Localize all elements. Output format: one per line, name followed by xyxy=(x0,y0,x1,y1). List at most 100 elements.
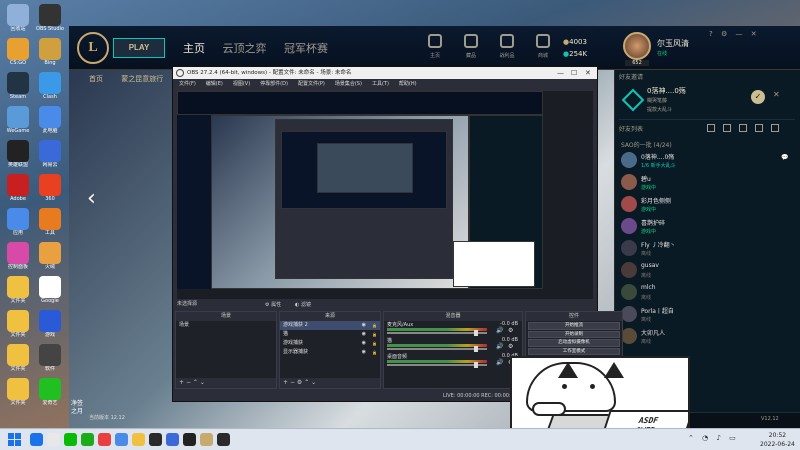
eye-icon[interactable]: ◉ xyxy=(362,321,366,330)
desktop-icon[interactable]: Adobe xyxy=(4,174,32,208)
profile-button[interactable]: 主页 xyxy=(417,34,453,59)
desktop-icon[interactable]: 此电脑 xyxy=(36,106,64,140)
obs-menu-item[interactable]: 帮助(H) xyxy=(399,81,417,87)
desktop-icon[interactable]: 控制面板 xyxy=(4,242,32,276)
desktop-icon[interactable]: 软件 xyxy=(36,344,64,378)
chat-icon[interactable]: 💬 xyxy=(781,154,788,161)
desktop-icon[interactable]: Steam xyxy=(4,72,32,106)
speaker-icon[interactable]: 🔊 xyxy=(496,359,503,366)
close-icon[interactable]: ✕ xyxy=(751,30,757,38)
add-icon[interactable]: + xyxy=(179,379,184,386)
online-status[interactable]: 在线 xyxy=(657,50,667,57)
control-button-2[interactable]: 启动虚拟摄像机 xyxy=(528,339,620,347)
chevron-up-icon[interactable]: ⌃ xyxy=(688,434,694,442)
maximize-icon[interactable]: ☐ xyxy=(571,67,577,79)
windows-start-icon[interactable] xyxy=(8,433,21,446)
friend-item[interactable]: 大卯凡人 离线 xyxy=(615,326,800,348)
lock-icon[interactable]: 🔒 xyxy=(372,339,377,348)
desktop-icon[interactable]: 爱奇艺 xyxy=(36,378,64,412)
close-icon[interactable]: ✕ xyxy=(585,67,591,79)
control-button-3[interactable]: 工作室模式 xyxy=(528,347,620,356)
taskbar-app-icon[interactable] xyxy=(30,433,43,446)
obs-menu-item[interactable]: 场景集合(S) xyxy=(335,81,362,87)
speaker-icon[interactable]: 🔊 xyxy=(496,327,503,334)
desktop-icon[interactable]: 回收站 xyxy=(4,4,32,38)
scene-item[interactable]: 场景 xyxy=(176,321,276,330)
gear-icon[interactable]: ⚙ xyxy=(508,343,513,350)
down-icon[interactable]: ⌄ xyxy=(200,379,205,386)
remove-icon[interactable]: − xyxy=(290,379,295,386)
taskbar-app-icon[interactable] xyxy=(47,433,60,446)
league-logo[interactable]: L xyxy=(77,32,109,64)
source-item[interactable]: 游戏捕获 2 ◉ 🔒 xyxy=(280,321,380,330)
volume-slider-handle[interactable] xyxy=(474,362,478,368)
obs-preview[interactable] xyxy=(177,91,593,299)
taskbar-app-icon[interactable] xyxy=(64,433,77,446)
up-icon[interactable]: ⌃ xyxy=(304,379,309,386)
store-button[interactable]: 商城 xyxy=(525,34,561,59)
lock-icon[interactable]: 🔒 xyxy=(372,321,377,330)
taskbar-clock[interactable]: 20:52 2022-06-24 xyxy=(760,431,795,449)
desktop-icon[interactable]: OBS Studio xyxy=(36,4,64,38)
summoner-name[interactable]: 尔玉风清 xyxy=(657,38,689,49)
list-icon[interactable] xyxy=(755,124,763,132)
desktop-icon[interactable]: 文件夹 xyxy=(4,344,32,378)
speaker-icon[interactable]: 🔊 xyxy=(496,343,503,350)
down-icon[interactable]: ⌄ xyxy=(311,379,316,386)
nav-tft[interactable]: 云顶之弈 xyxy=(223,42,267,55)
taskbar-app-icon[interactable] xyxy=(217,433,230,446)
properties-button[interactable]: ⚙ 属性 xyxy=(265,300,281,310)
play-button[interactable]: PLAY xyxy=(113,38,165,58)
friend-item[interactable]: Porla丨超自 离线 xyxy=(615,304,800,326)
volume-icon[interactable]: ♪ xyxy=(716,434,720,442)
nav-home[interactable]: 主页 xyxy=(183,42,205,55)
lock-icon[interactable]: 🔒 xyxy=(372,348,377,357)
volume-slider[interactable] xyxy=(387,348,487,350)
obs-menu-item[interactable]: 视图(V) xyxy=(233,81,250,87)
currency-display[interactable]: 4003 254K xyxy=(563,36,587,60)
tab-event[interactable]: 蒙之昆意旅行 xyxy=(121,75,163,83)
desktop-icon[interactable]: CS:GO xyxy=(4,38,32,72)
desktop-icon[interactable]: 工具 xyxy=(36,208,64,242)
remove-icon[interactable]: − xyxy=(186,379,191,386)
desktop-icon[interactable]: 火绒 xyxy=(36,242,64,276)
friend-item[interactable]: 0落神....0殇 1/6 新手大乱斗 💬 xyxy=(615,150,800,172)
nav-clash[interactable]: 冠军杯赛 xyxy=(284,42,328,55)
desktop-icon[interactable]: Bing xyxy=(36,38,64,72)
accept-icon[interactable]: ✓ xyxy=(751,90,765,104)
desktop-icon[interactable]: 文件夹 xyxy=(4,276,32,310)
avatar[interactable] xyxy=(623,32,651,60)
obs-menu-item[interactable]: 工具(T) xyxy=(372,81,389,87)
friend-item[interactable]: gusav 离线 xyxy=(615,260,800,282)
gear-icon[interactable]: ⚙ xyxy=(508,327,513,334)
desktop-icon[interactable]: 网易云 xyxy=(36,140,64,174)
obs-menu-item[interactable]: 编辑(E) xyxy=(206,81,223,87)
chevron-left-icon[interactable]: ‹ xyxy=(87,186,96,211)
desktop-icon[interactable]: Clash xyxy=(36,72,64,106)
source-item[interactable]: 猫 ◉ 🔒 xyxy=(280,330,380,339)
desktop-icon[interactable]: 文件夹 xyxy=(4,378,32,412)
gear-icon[interactable]: ⚙ xyxy=(297,379,302,386)
tab-home[interactable]: 首页 xyxy=(89,75,103,83)
taskbar-app-icon[interactable] xyxy=(115,433,128,446)
add-icon[interactable]: + xyxy=(283,379,288,386)
desktop-icon[interactable]: 文件夹 xyxy=(4,310,32,344)
friend-item[interactable]: 彩月色侧侧 游戏中 xyxy=(615,194,800,216)
taskbar-app-icon[interactable] xyxy=(132,433,145,446)
search-icon[interactable] xyxy=(771,124,779,132)
desktop-icon[interactable]: Google xyxy=(36,276,64,310)
control-button-1[interactable]: 开始录制 xyxy=(528,330,620,339)
minimize-icon[interactable]: — xyxy=(735,30,742,38)
taskbar-app-icon[interactable] xyxy=(166,433,179,446)
eye-icon[interactable]: ◉ xyxy=(362,339,366,348)
network-icon[interactable]: ◔ xyxy=(702,434,708,442)
filters-button[interactable]: ◐ 滤镜 xyxy=(295,300,311,310)
minimize-icon[interactable]: — xyxy=(557,67,564,79)
settings-icon[interactable]: ⚙ xyxy=(721,30,727,38)
obs-menu-item[interactable]: 文件(F) xyxy=(179,81,196,87)
desktop-icon[interactable]: 游戏 xyxy=(36,310,64,344)
friend-group-header[interactable]: SAO的一批 (4/24) xyxy=(621,140,672,149)
desktop-icon[interactable]: WeGame xyxy=(4,106,32,140)
friend-item[interactable]: 喜鹊护碎 游戏中 xyxy=(615,216,800,238)
eye-icon[interactable]: ◉ xyxy=(362,330,366,339)
